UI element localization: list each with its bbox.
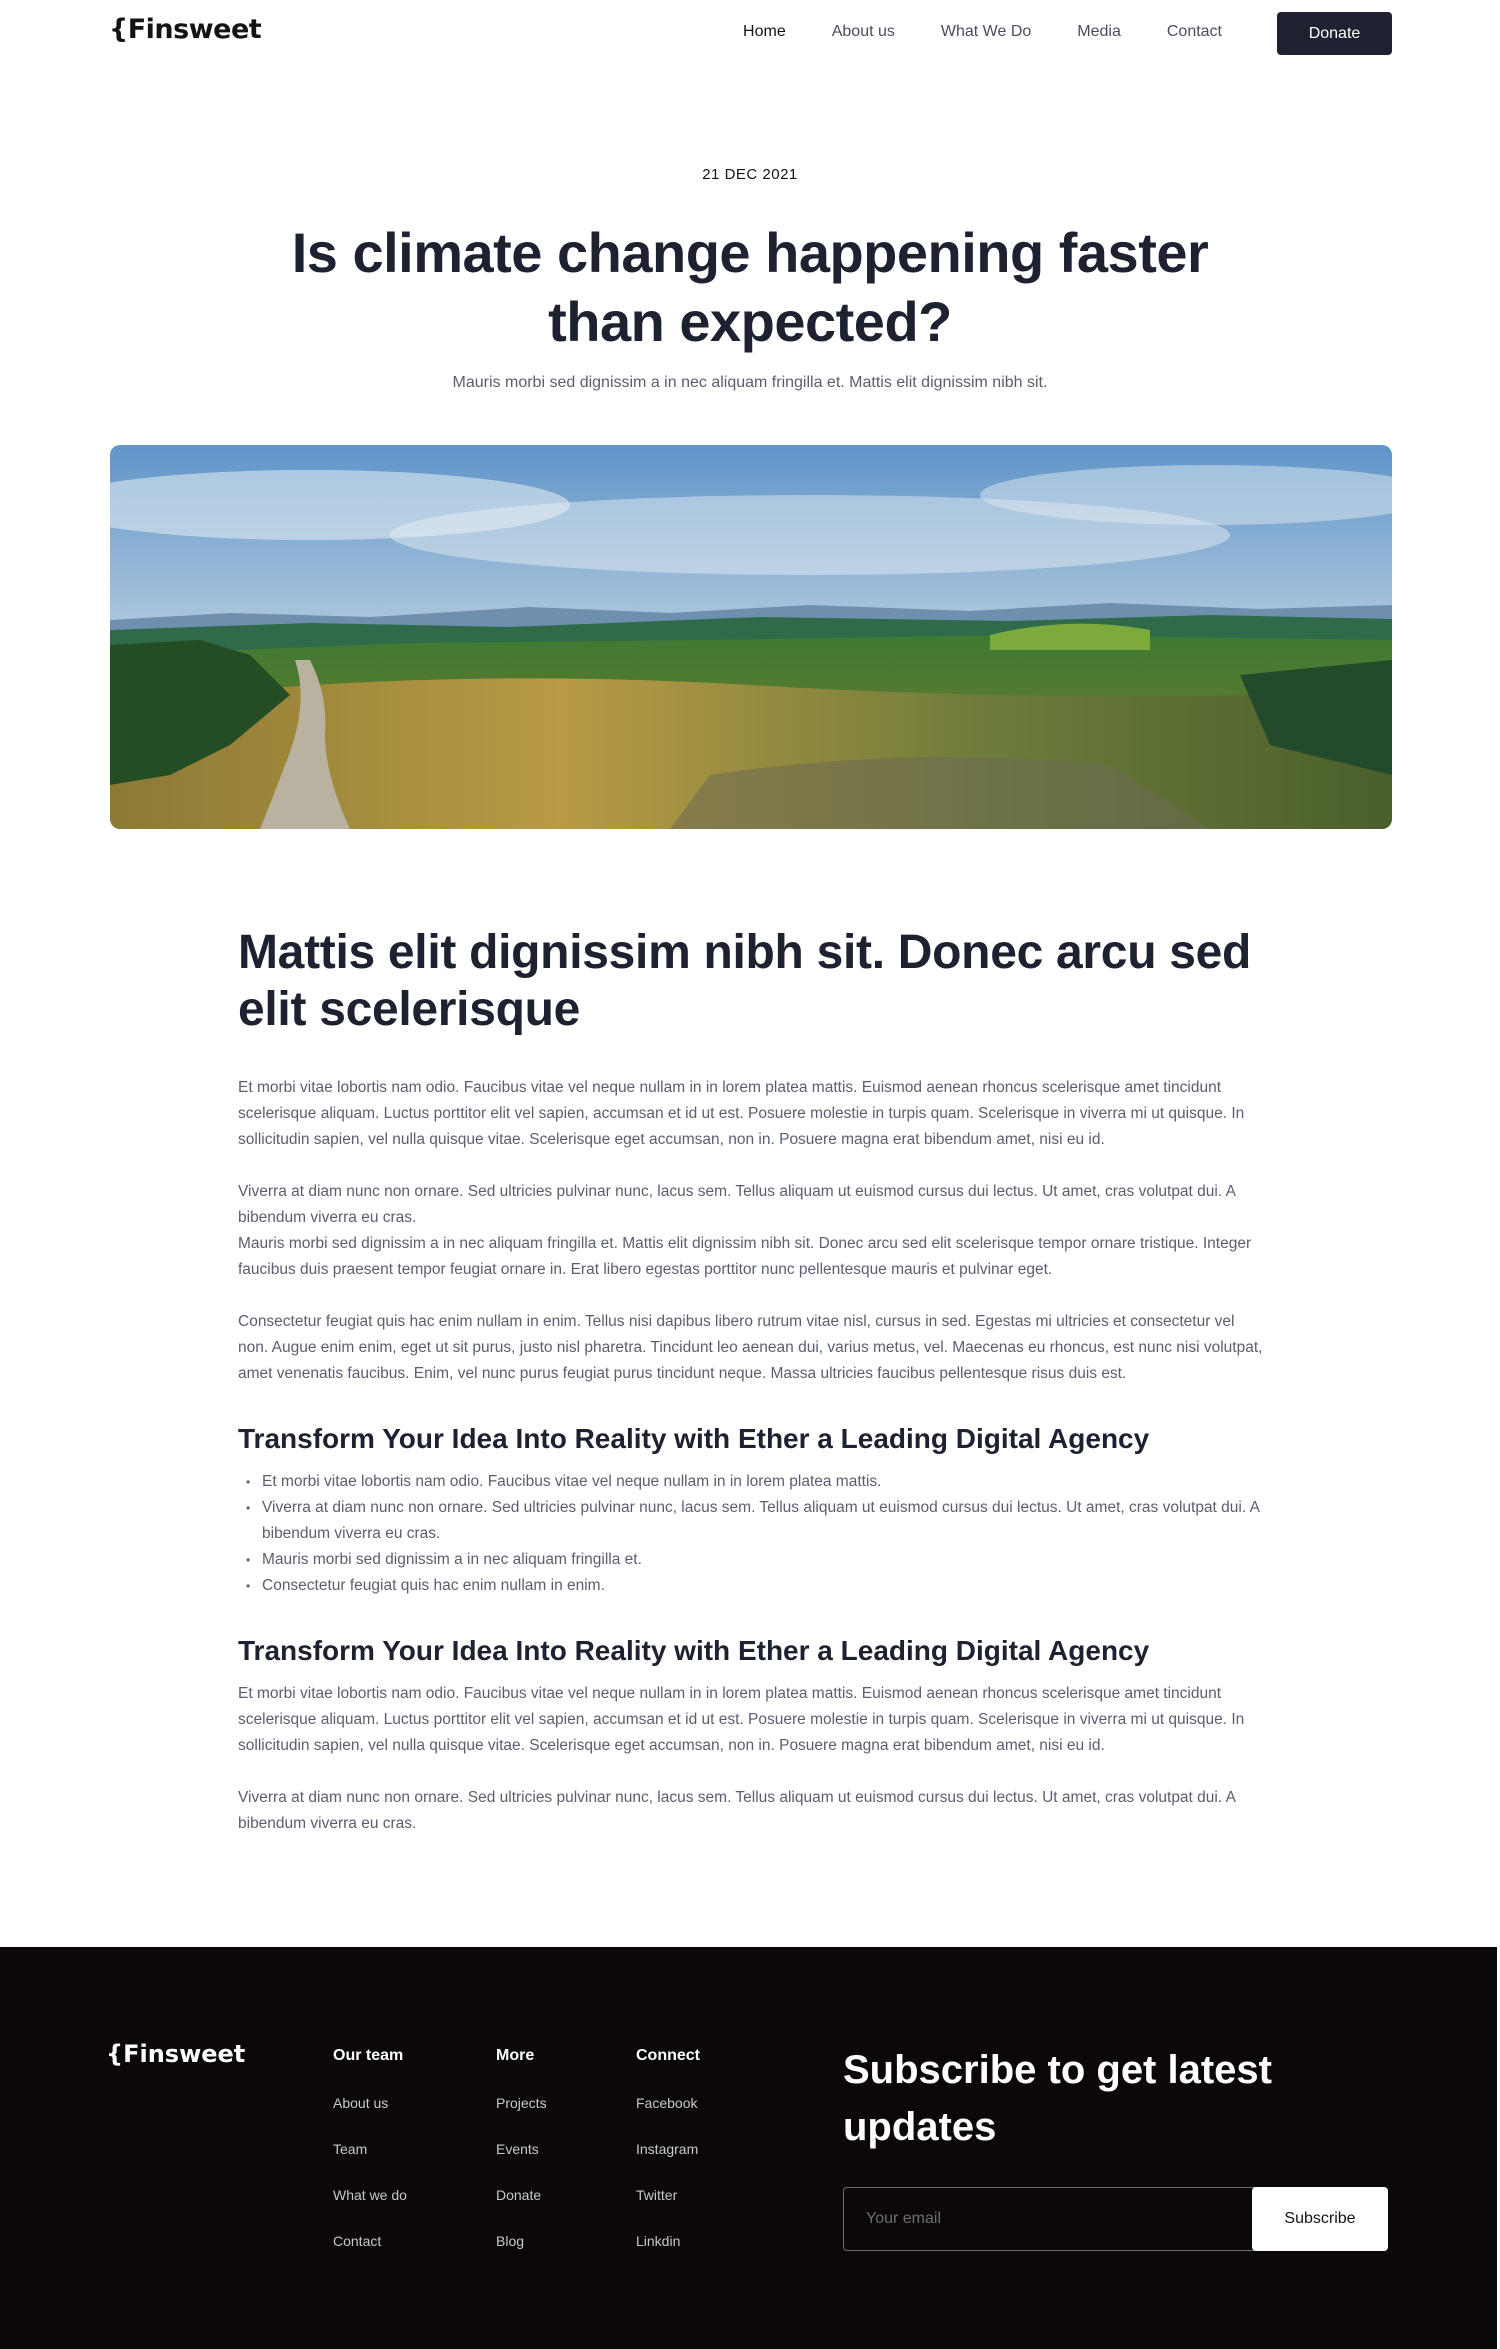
footer-link-facebook[interactable]: Facebook bbox=[636, 2095, 700, 2141]
footer-column-connect: Connect Facebook Instagram Twitter Linkd… bbox=[636, 2047, 700, 2279]
article-body: Mattis elit dignissim nibh sit. Donec ar… bbox=[238, 924, 1268, 1837]
article-paragraph-2a: Viverra at diam nunc non ornare. Sed ult… bbox=[238, 1183, 1236, 1226]
article-paragraph-3: Consectetur feugiat quis hac enim nullam… bbox=[238, 1313, 1263, 1382]
post-date: 21 DEC 2021 bbox=[702, 166, 798, 183]
article-paragraph-2b: Mauris morbi sed dignissim a in nec aliq… bbox=[238, 1235, 1252, 1278]
footer-column-title: More bbox=[496, 2047, 535, 2064]
footer-link-events[interactable]: Events bbox=[496, 2141, 547, 2187]
email-field[interactable] bbox=[843, 2187, 1258, 2251]
nav-link-about[interactable]: About us bbox=[832, 23, 895, 41]
subscribe-button[interactable]: Subscribe bbox=[1252, 2187, 1388, 2251]
footer-link-what-we-do[interactable]: What we do bbox=[333, 2187, 407, 2233]
article-paragraph-4: Et morbi vitae lobortis nam odio. Faucib… bbox=[238, 1685, 1245, 1754]
landscape-illustration bbox=[110, 445, 1392, 829]
nav-link-home[interactable]: Home bbox=[743, 23, 786, 41]
article-subheading-1: Transform Your Idea Into Reality with Et… bbox=[238, 1423, 1150, 1454]
page-title: Is climate change happening faster than … bbox=[291, 221, 1209, 353]
top-navbar: {Finsweet Home About us What We Do Media… bbox=[0, 0, 1500, 66]
footer-column-title: Our team bbox=[333, 2047, 404, 2064]
site-footer: {Finsweet Our team About us Team What we… bbox=[0, 1947, 1497, 2349]
nav-links: Home About us What We Do Media Contact bbox=[743, 23, 1222, 41]
footer-column-title: Connect bbox=[636, 2047, 700, 2064]
footer-link-donate[interactable]: Donate bbox=[496, 2187, 547, 2233]
footer-link-about-us[interactable]: About us bbox=[333, 2095, 407, 2141]
brand-logo[interactable]: {Finsweet bbox=[109, 14, 262, 45]
footer-logo[interactable]: {Finsweet bbox=[106, 2040, 245, 2068]
article-paragraph-1: Et morbi vitae lobortis nam odio. Faucib… bbox=[238, 1079, 1245, 1148]
list-item: Consectetur feugiat quis hac enim nullam… bbox=[238, 1573, 1268, 1599]
subscribe-heading: Subscribe to get latest updates bbox=[843, 2048, 1272, 2149]
donate-button[interactable]: Donate bbox=[1277, 12, 1392, 55]
article-heading: Mattis elit dignissim nibh sit. Donec ar… bbox=[238, 926, 1252, 1036]
list-item: Mauris morbi sed dignissim a in nec aliq… bbox=[238, 1547, 1268, 1573]
article-subheading-2: Transform Your Idea Into Reality with Et… bbox=[238, 1635, 1150, 1666]
page-subtitle: Mauris morbi sed dignissim a in nec aliq… bbox=[452, 374, 1048, 391]
list-item: Et morbi vitae lobortis nam odio. Faucib… bbox=[238, 1469, 1268, 1495]
footer-link-projects[interactable]: Projects bbox=[496, 2095, 547, 2141]
footer-link-blog[interactable]: Blog bbox=[496, 2233, 547, 2279]
footer-link-linkedin[interactable]: Linkdin bbox=[636, 2233, 700, 2279]
nav-link-contact[interactable]: Contact bbox=[1167, 23, 1222, 41]
footer-link-contact[interactable]: Contact bbox=[333, 2233, 407, 2279]
footer-link-instagram[interactable]: Instagram bbox=[636, 2141, 700, 2187]
footer-column-more: More Projects Events Donate Blog bbox=[496, 2047, 547, 2279]
footer-link-team[interactable]: Team bbox=[333, 2141, 407, 2187]
article-paragraph-5: Viverra at diam nunc non ornare. Sed ult… bbox=[238, 1789, 1236, 1832]
article-bullet-list: Et morbi vitae lobortis nam odio. Faucib… bbox=[238, 1469, 1268, 1599]
nav-link-media[interactable]: Media bbox=[1077, 23, 1121, 41]
footer-link-twitter[interactable]: Twitter bbox=[636, 2187, 700, 2233]
hero-landscape-image bbox=[110, 445, 1392, 829]
nav-link-what-we-do[interactable]: What We Do bbox=[941, 23, 1031, 41]
footer-column-our-team: Our team About us Team What we do Contac… bbox=[333, 2047, 407, 2279]
list-item: Viverra at diam nunc non ornare. Sed ult… bbox=[238, 1495, 1268, 1547]
